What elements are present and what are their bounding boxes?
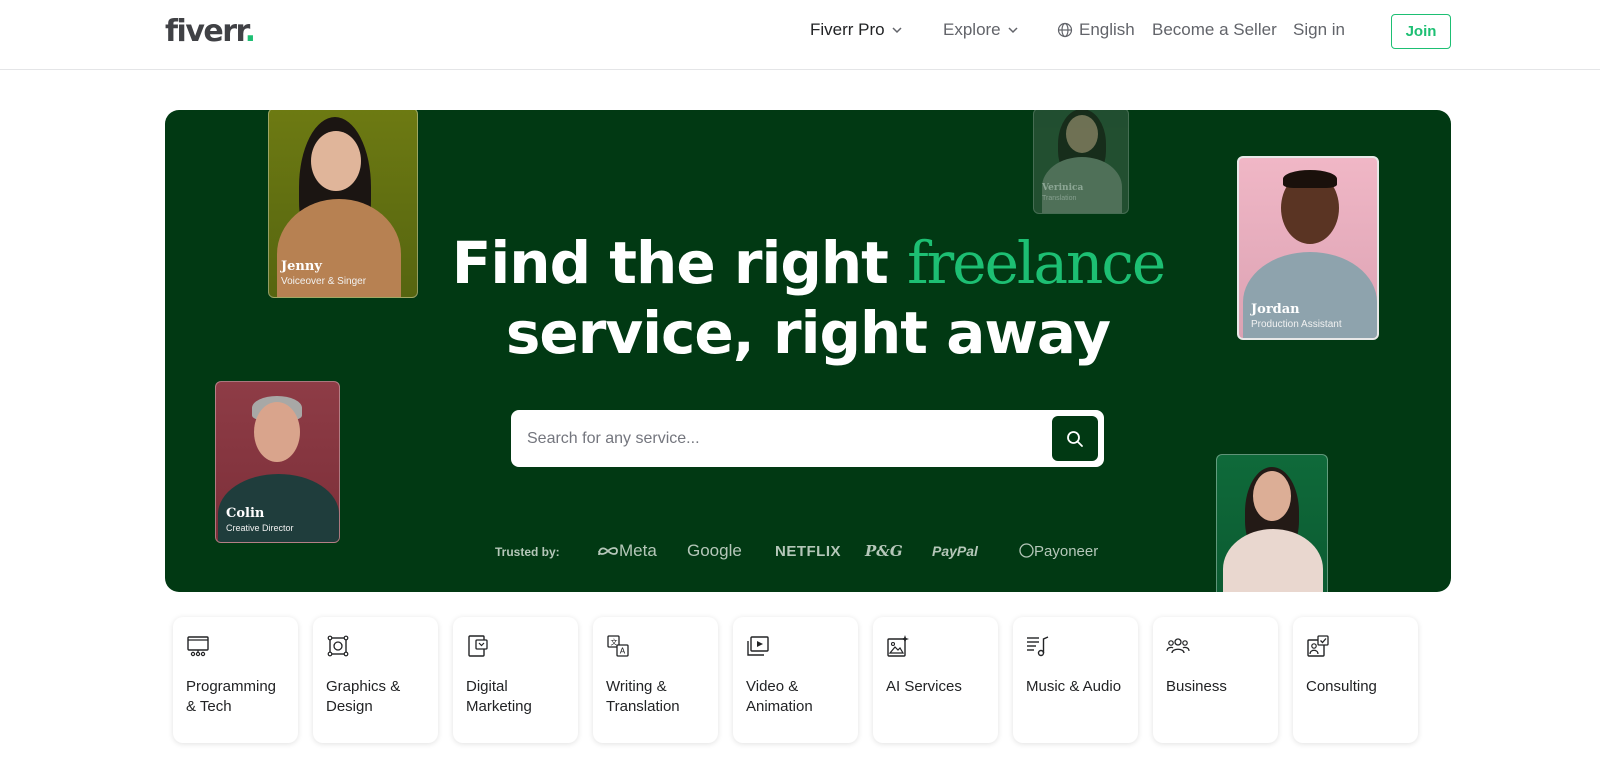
- video-icon: [747, 636, 769, 656]
- category-label: Business: [1166, 678, 1227, 695]
- category-label: Music & Audio: [1026, 678, 1122, 695]
- category-label: Programming & Tech: [186, 678, 277, 715]
- category-writing-translation[interactable]: 文A Writing & Translation: [593, 617, 718, 743]
- hero-title-part2: service, right away: [505, 299, 1111, 367]
- freelancer-card-colin: Colin Creative Director: [215, 381, 340, 543]
- logo-text: fiverr: [165, 14, 246, 49]
- chevron-down-icon: [1008, 27, 1018, 34]
- design-icon: [327, 635, 349, 657]
- hero-title-accent: freelance: [907, 229, 1166, 297]
- search-input[interactable]: [527, 410, 1037, 467]
- card-role: Creative Director: [226, 523, 294, 533]
- globe-icon: [1057, 22, 1073, 38]
- logo-dot: .: [244, 14, 256, 49]
- nav-fiverr-pro-label: Fiverr Pro: [810, 20, 885, 39]
- nav-explore[interactable]: Explore: [943, 20, 1019, 40]
- card-role: Translation: [1042, 195, 1077, 202]
- brand-meta-label: Meta: [619, 541, 657, 560]
- category-consulting[interactable]: Consulting: [1293, 617, 1418, 743]
- meta-logo-icon: [598, 547, 618, 556]
- chevron-down-icon: [892, 27, 902, 34]
- nav-sign-in[interactable]: Sign in: [1293, 20, 1345, 40]
- person-face: [1066, 115, 1098, 153]
- nav-become-seller-label: Become a Seller: [1152, 20, 1277, 39]
- category-label: AI Services: [886, 678, 962, 695]
- category-label: Graphics & Design: [326, 678, 401, 715]
- consulting-icon: [1307, 635, 1329, 657]
- music-icon: [1027, 636, 1049, 657]
- brand-meta: Meta: [597, 541, 657, 561]
- nav-sign-in-label: Sign in: [1293, 20, 1345, 39]
- nav-fiverr-pro[interactable]: Fiverr Pro: [810, 20, 903, 40]
- business-icon: [1166, 638, 1190, 654]
- hero-title: Find the right freelance service, right …: [165, 228, 1451, 368]
- trusted-by-label: Trusted by:: [495, 545, 560, 559]
- category-music-audio[interactable]: Music & Audio: [1013, 617, 1138, 743]
- category-video-animation[interactable]: Video & Animation: [733, 617, 858, 743]
- nav-become-seller[interactable]: Become a Seller: [1152, 20, 1277, 40]
- search-button[interactable]: [1052, 416, 1098, 461]
- brand-netflix: NETFLIX: [775, 543, 841, 560]
- category-graphics-design[interactable]: Graphics & Design: [313, 617, 438, 743]
- join-button[interactable]: Join: [1391, 14, 1451, 49]
- person-hair: [1283, 170, 1337, 188]
- card-name: Verinica: [1042, 183, 1084, 193]
- brand-payoneer-label: Payoneer: [1034, 543, 1099, 560]
- fiverr-logo[interactable]: fiverr.: [165, 14, 256, 49]
- category-digital-marketing[interactable]: Digital Marketing: [453, 617, 578, 743]
- category-ai-services[interactable]: AI Services: [873, 617, 998, 743]
- site-header: fiverr. Fiverr Pro Explore English Becom…: [0, 0, 1600, 70]
- freelancer-card-verinica: Verinica Translation: [1033, 110, 1129, 214]
- svg-text:文: 文: [611, 638, 618, 647]
- brand-paypal: PayPal: [932, 543, 978, 559]
- nav-language[interactable]: English: [1057, 20, 1135, 40]
- category-label: Writing & Translation: [606, 678, 680, 715]
- hero-title-part1: Find the right: [451, 229, 908, 297]
- search-bar: [511, 410, 1104, 467]
- brand-payoneer: Payoneer: [1019, 543, 1098, 560]
- translation-icon: 文A: [607, 635, 629, 657]
- marketing-icon: [468, 635, 488, 657]
- category-business[interactable]: Business: [1153, 617, 1278, 743]
- freelancer-card-woman: [1216, 454, 1328, 592]
- search-icon: [1067, 430, 1083, 447]
- card-name: Colin: [226, 506, 265, 521]
- brand-google: Google: [687, 541, 742, 560]
- person-face: [254, 402, 300, 462]
- nav-language-label: English: [1079, 20, 1135, 39]
- category-label: Digital Marketing: [466, 678, 532, 715]
- hero-banner: Jenny Voiceover & Singer Verinica Transl…: [165, 110, 1451, 592]
- ai-icon: [887, 635, 909, 657]
- category-programming-tech[interactable]: Programming & Tech: [173, 617, 298, 743]
- person-face: [1253, 471, 1291, 521]
- svg-text:A: A: [620, 647, 626, 656]
- category-label: Video & Animation: [746, 678, 813, 715]
- category-list: Programming & Tech Graphics & Design Dig…: [173, 617, 1445, 743]
- trusted-by-bar: Trusted by: Meta Google NETFLIX P&G PayP…: [165, 541, 1451, 565]
- category-label: Consulting: [1306, 678, 1377, 695]
- payoneer-logo-icon: [1019, 543, 1034, 558]
- person-face: [311, 131, 361, 191]
- nav-explore-label: Explore: [943, 20, 1001, 39]
- monitor-icon: [187, 636, 209, 657]
- brand-pg: P&G: [865, 542, 903, 560]
